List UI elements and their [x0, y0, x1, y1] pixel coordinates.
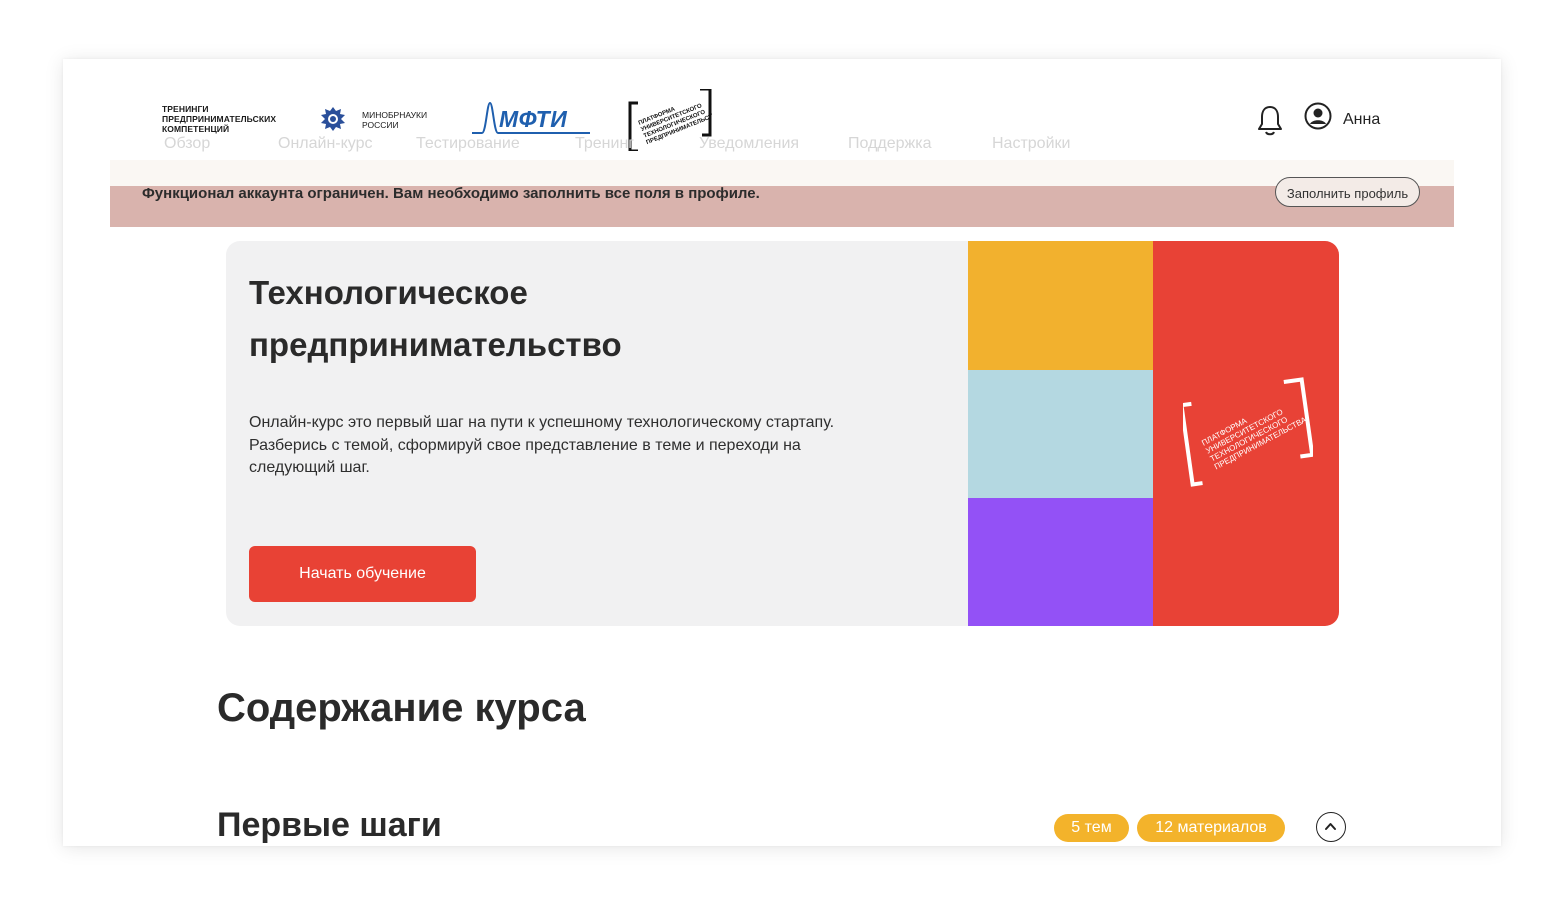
platform-bracket-icon: ПЛАТФОРМА УНИВЕРСИТЕТСКОГО ТЕХНОЛОГИЧЕСК… — [1183, 377, 1313, 487]
course-hero: Технологическое предпринимательство Онла… — [226, 241, 1339, 626]
nav-item-online-course[interactable]: Онлайн-курс — [278, 135, 373, 153]
user-name[interactable]: Анна — [1343, 111, 1380, 129]
topics-badge: 5 тем — [1054, 814, 1129, 842]
nav-item-testing[interactable]: Тестирование — [416, 135, 520, 153]
trainings-logo[interactable]: ТРЕНИНГИ ПРЕДПРИНИМАТЕЛЬСКИХ КОМПЕТЕНЦИЙ — [162, 104, 276, 134]
russian-emblem-icon — [321, 107, 345, 131]
profile-alert: Функционал аккаунта ограничен. Вам необх… — [110, 177, 1454, 227]
course-title: Технологическое предпринимательство — [249, 274, 622, 363]
art-yellow-block — [968, 241, 1153, 370]
header-strip — [110, 160, 1454, 186]
start-learning-button[interactable]: Начать обучение — [249, 546, 476, 602]
user-avatar-icon[interactable] — [1304, 102, 1332, 130]
collapse-module-button[interactable] — [1316, 812, 1346, 842]
course-description: Онлайн-курс это первый шаг на пути к усп… — [249, 414, 835, 476]
nav-item-notifications[interactable]: Уведомления — [699, 135, 799, 153]
art-purple-block — [968, 498, 1153, 626]
minobr-logo[interactable]: МИНОБРНАУКИ РОССИИ — [362, 110, 427, 130]
nav-item-settings[interactable]: Настройки — [992, 135, 1070, 153]
course-content-heading: Содержание курса — [217, 686, 586, 730]
main-nav: Обзор Онлайн-курс Тестирование Тренинг У… — [110, 135, 1310, 157]
nav-item-support[interactable]: Поддержка — [848, 135, 931, 153]
mfti-logo[interactable]: МФТИ — [499, 106, 567, 133]
course-cover-art: ПЛАТФОРМА УНИВЕРСИТЕТСКОГО ТЕХНОЛОГИЧЕСК… — [968, 241, 1339, 626]
nav-item-overview[interactable]: Обзор — [164, 135, 210, 153]
materials-badge: 12 материалов — [1137, 814, 1285, 842]
alert-text: Функционал аккаунта ограничен. Вам необх… — [142, 185, 760, 202]
app-window: ТРЕНИНГИ ПРЕДПРИНИМАТЕЛЬСКИХ КОМПЕТЕНЦИЙ… — [63, 59, 1501, 846]
art-blue-block — [968, 370, 1153, 498]
chevron-up-icon — [1325, 823, 1336, 830]
bell-icon[interactable] — [1255, 104, 1285, 136]
nav-item-training[interactable]: Тренинг — [575, 135, 634, 153]
fill-profile-button[interactable]: Заполнить профиль — [1275, 177, 1420, 207]
module-title[interactable]: Первые шаги — [217, 806, 442, 845]
